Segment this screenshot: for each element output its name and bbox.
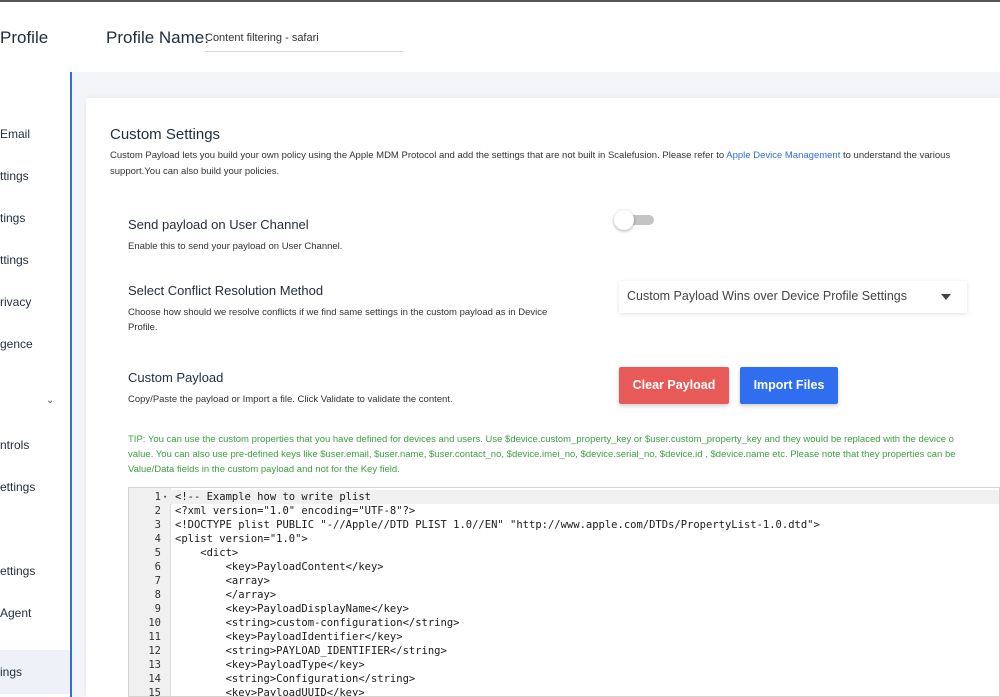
editor-line[interactable]: 11 <key>PayloadIdentifier</key> bbox=[129, 630, 999, 644]
custom-payload-description: Copy/Paste the payload or Import a file.… bbox=[128, 394, 453, 405]
desc-text-2: to understand the various bbox=[840, 150, 951, 161]
line-code: <key>PayloadDisplayName</key> bbox=[175, 603, 409, 615]
import-files-button[interactable]: Import Files bbox=[740, 367, 838, 404]
tip-line-2: value. You can also use pre-defined keys… bbox=[128, 449, 956, 460]
line-code: <!DOCTYPE plist PUBLIC "-//Apple//DTD PL… bbox=[175, 519, 820, 531]
sidebar-item-settings-2[interactable]: tings bbox=[0, 206, 70, 230]
line-code: <key>PayloadType</key> bbox=[175, 659, 365, 671]
toggle-knob bbox=[614, 210, 634, 230]
conflict-desc-line-2: Profile. bbox=[128, 322, 158, 333]
sidebar-item-settings-5[interactable]: ettings bbox=[0, 559, 70, 583]
sidebar-item-controls[interactable]: ntrols bbox=[0, 433, 70, 457]
line-number: 9 bbox=[154, 603, 161, 615]
conflict-desc-line-1: Choose how should we resolve conflicts i… bbox=[128, 307, 548, 318]
editor-line[interactable]: 15 <key>PayloadUUID</key> bbox=[129, 686, 999, 697]
line-code: <string>PAYLOAD_IDENTIFIER</string> bbox=[175, 645, 447, 657]
editor-line[interactable]: 14 <string>Configuration</string> bbox=[129, 672, 999, 686]
user-channel-toggle[interactable] bbox=[614, 210, 654, 230]
sidebar-item-settings-1[interactable]: ttings bbox=[0, 164, 70, 188]
editor-line[interactable]: 12 <string>PAYLOAD_IDENTIFIER</string> bbox=[129, 644, 999, 658]
editor-line[interactable]: 7 <array> bbox=[129, 574, 999, 588]
line-number: 11 bbox=[148, 631, 161, 643]
editor-line[interactable]: 2 <?xml version="1.0" encoding="UTF-8"?> bbox=[129, 504, 999, 518]
apple-device-management-link[interactable]: Apple Device Management bbox=[726, 150, 840, 161]
chevron-down-icon[interactable]: ⌄ bbox=[46, 395, 54, 406]
editor-line[interactable]: 8 </array> bbox=[129, 588, 999, 602]
sidebar-item-custom-settings[interactable]: ings bbox=[0, 650, 70, 694]
line-code: <key>PayloadIdentifier</key> bbox=[175, 631, 403, 643]
tip-line-3: Value/Data fields in the custom payload … bbox=[128, 464, 400, 475]
editor-line[interactable]: 4 <plist version="1.0"> bbox=[129, 532, 999, 546]
line-number: 10 bbox=[148, 617, 161, 629]
line-code: <?xml version="1.0" encoding="UTF-8"?> bbox=[175, 505, 416, 517]
clear-payload-button[interactable]: Clear Payload bbox=[619, 367, 729, 404]
user-channel-description: Enable this to send your payload on User… bbox=[128, 241, 343, 252]
conflict-resolution-description: Choose how should we resolve conflicts i… bbox=[128, 305, 547, 335]
conflict-resolution-select[interactable]: Custom Payload Wins over Device Profile … bbox=[619, 281, 967, 313]
editor-line[interactable]: 9 <key>PayloadDisplayName</key> bbox=[129, 602, 999, 616]
line-number: 15 bbox=[148, 687, 161, 697]
line-number: 8 bbox=[154, 589, 161, 601]
page-brand: Profile bbox=[0, 28, 49, 47]
editor-line[interactable]: 6 <key>PayloadContent</key> bbox=[129, 560, 999, 574]
sidebar-item-privacy[interactable]: rivacy bbox=[0, 290, 70, 314]
line-number: 14 bbox=[148, 673, 161, 685]
sidebar-item-settings-3[interactable]: ttings bbox=[0, 248, 70, 272]
line-code: <plist version="1.0"> bbox=[175, 533, 308, 545]
line-number: 7 bbox=[154, 575, 161, 587]
line-number: 6 bbox=[154, 561, 161, 573]
editor-line[interactable]: 5 <dict> bbox=[129, 546, 999, 560]
line-code: <dict> bbox=[175, 547, 239, 559]
conflict-resolution-value: Custom Payload Wins over Device Profile … bbox=[627, 289, 907, 303]
sidebar: Email ttings tings ttings rivacy gence ⌄… bbox=[0, 72, 72, 697]
line-code: <!-- Example how to write plist bbox=[175, 491, 371, 503]
editor-line[interactable]: 1 ▾ <!-- Example how to write plist bbox=[129, 490, 999, 504]
caret-down-icon bbox=[941, 294, 951, 300]
profile-name-input[interactable] bbox=[205, 24, 403, 52]
line-code: <key>PayloadContent</key> bbox=[175, 561, 384, 573]
custom-payload-title: Custom Payload bbox=[128, 370, 224, 385]
custom-settings-description: Custom Payload lets you build your own p… bbox=[110, 148, 1000, 180]
fold-arrow-icon[interactable]: ▾ bbox=[163, 490, 167, 504]
sidebar-item-settings-4[interactable]: ettings bbox=[0, 475, 70, 499]
line-number: 2 bbox=[154, 505, 161, 517]
line-number: 4 bbox=[154, 533, 161, 545]
tip-text: TIP: You can use the custom properties t… bbox=[128, 432, 1000, 477]
editor-line[interactable]: 13 <key>PayloadType</key> bbox=[129, 658, 999, 672]
line-code: </array> bbox=[175, 589, 277, 601]
sidebar-item-intelligence[interactable]: gence bbox=[0, 332, 70, 356]
page-header: Profile Profile Name: bbox=[0, 2, 1000, 72]
desc-text-3: support.You can also build your policies… bbox=[110, 166, 280, 177]
line-code: <string>custom-configuration</string> bbox=[175, 617, 460, 629]
profile-name-label: Profile Name: bbox=[106, 28, 209, 47]
custom-settings-title: Custom Settings bbox=[110, 126, 221, 143]
editor-line[interactable]: 3 <!DOCTYPE plist PUBLIC "-//Apple//DTD P… bbox=[129, 518, 999, 532]
payload-code-editor[interactable]: 1 ▾ <!-- Example how to write plist 2 <?xml … bbox=[128, 487, 1000, 697]
line-code: <string>Configuration</string> bbox=[175, 673, 416, 685]
editor-line[interactable]: 10 <string>custom-configuration</string> bbox=[129, 616, 999, 630]
line-code: <array> bbox=[175, 575, 270, 587]
line-number: 5 bbox=[154, 547, 161, 559]
sidebar-item-agent[interactable]: Agent bbox=[0, 601, 70, 625]
tip-line-1: TIP: You can use the custom properties t… bbox=[128, 434, 954, 445]
line-number: 1 bbox=[154, 491, 161, 503]
conflict-resolution-title: Select Conflict Resolution Method bbox=[128, 283, 324, 298]
desc-text-1: Custom Payload lets you build your own p… bbox=[110, 150, 727, 161]
line-code: <key>PayloadUUID</key> bbox=[175, 687, 365, 697]
user-channel-title: Send payload on User Channel bbox=[128, 217, 309, 232]
sidebar-item-email[interactable]: Email bbox=[0, 122, 70, 146]
line-number: 12 bbox=[148, 645, 161, 657]
line-number: 3 bbox=[154, 519, 161, 531]
line-number: 13 bbox=[148, 659, 161, 671]
